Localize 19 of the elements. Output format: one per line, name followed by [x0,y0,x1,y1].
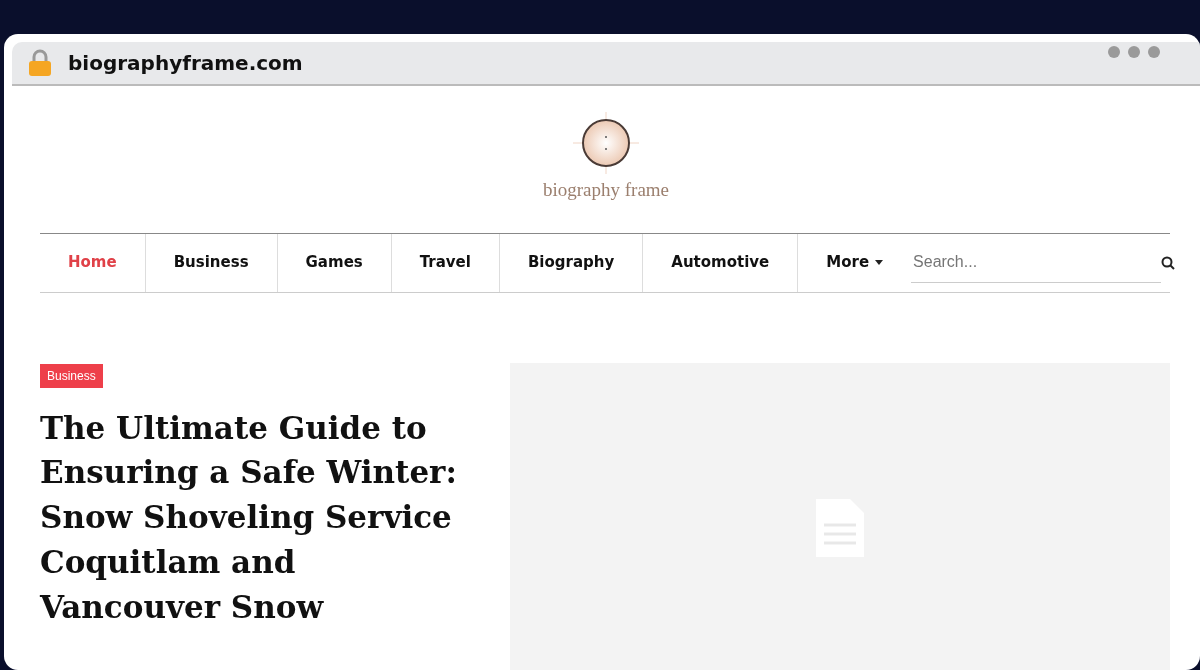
window-dot[interactable] [1148,46,1160,58]
article-title[interactable]: The Ultimate Guide to Ensuring a Safe Winter: Snow Shoveling Service Coquitlam and Vancouver Snow [40,405,460,631]
nav-tab[interactable]: Biography [499,233,644,292]
nav-tab[interactable]: More [798,233,912,292]
lock-icon [28,49,52,77]
window-dot[interactable] [1108,46,1120,58]
logo-icon [571,110,641,176]
search-field[interactable]: Search... [911,242,1162,283]
caret-icon [875,260,884,265]
nav-tab[interactable]: Home [40,233,146,292]
url-text: biographyframe.com [68,50,303,77]
category-tag[interactable]: Business [40,363,103,388]
window-dot[interactable] [1128,46,1140,58]
nav-tab[interactable]: Automotive [643,233,799,292]
logo-text: biography frame [542,178,670,202]
nav-tab[interactable]: Travel [391,233,500,292]
nav-tab[interactable]: Games [277,233,392,292]
search-icon[interactable] [1161,255,1176,270]
nav-tab[interactable]: Business [145,233,278,292]
